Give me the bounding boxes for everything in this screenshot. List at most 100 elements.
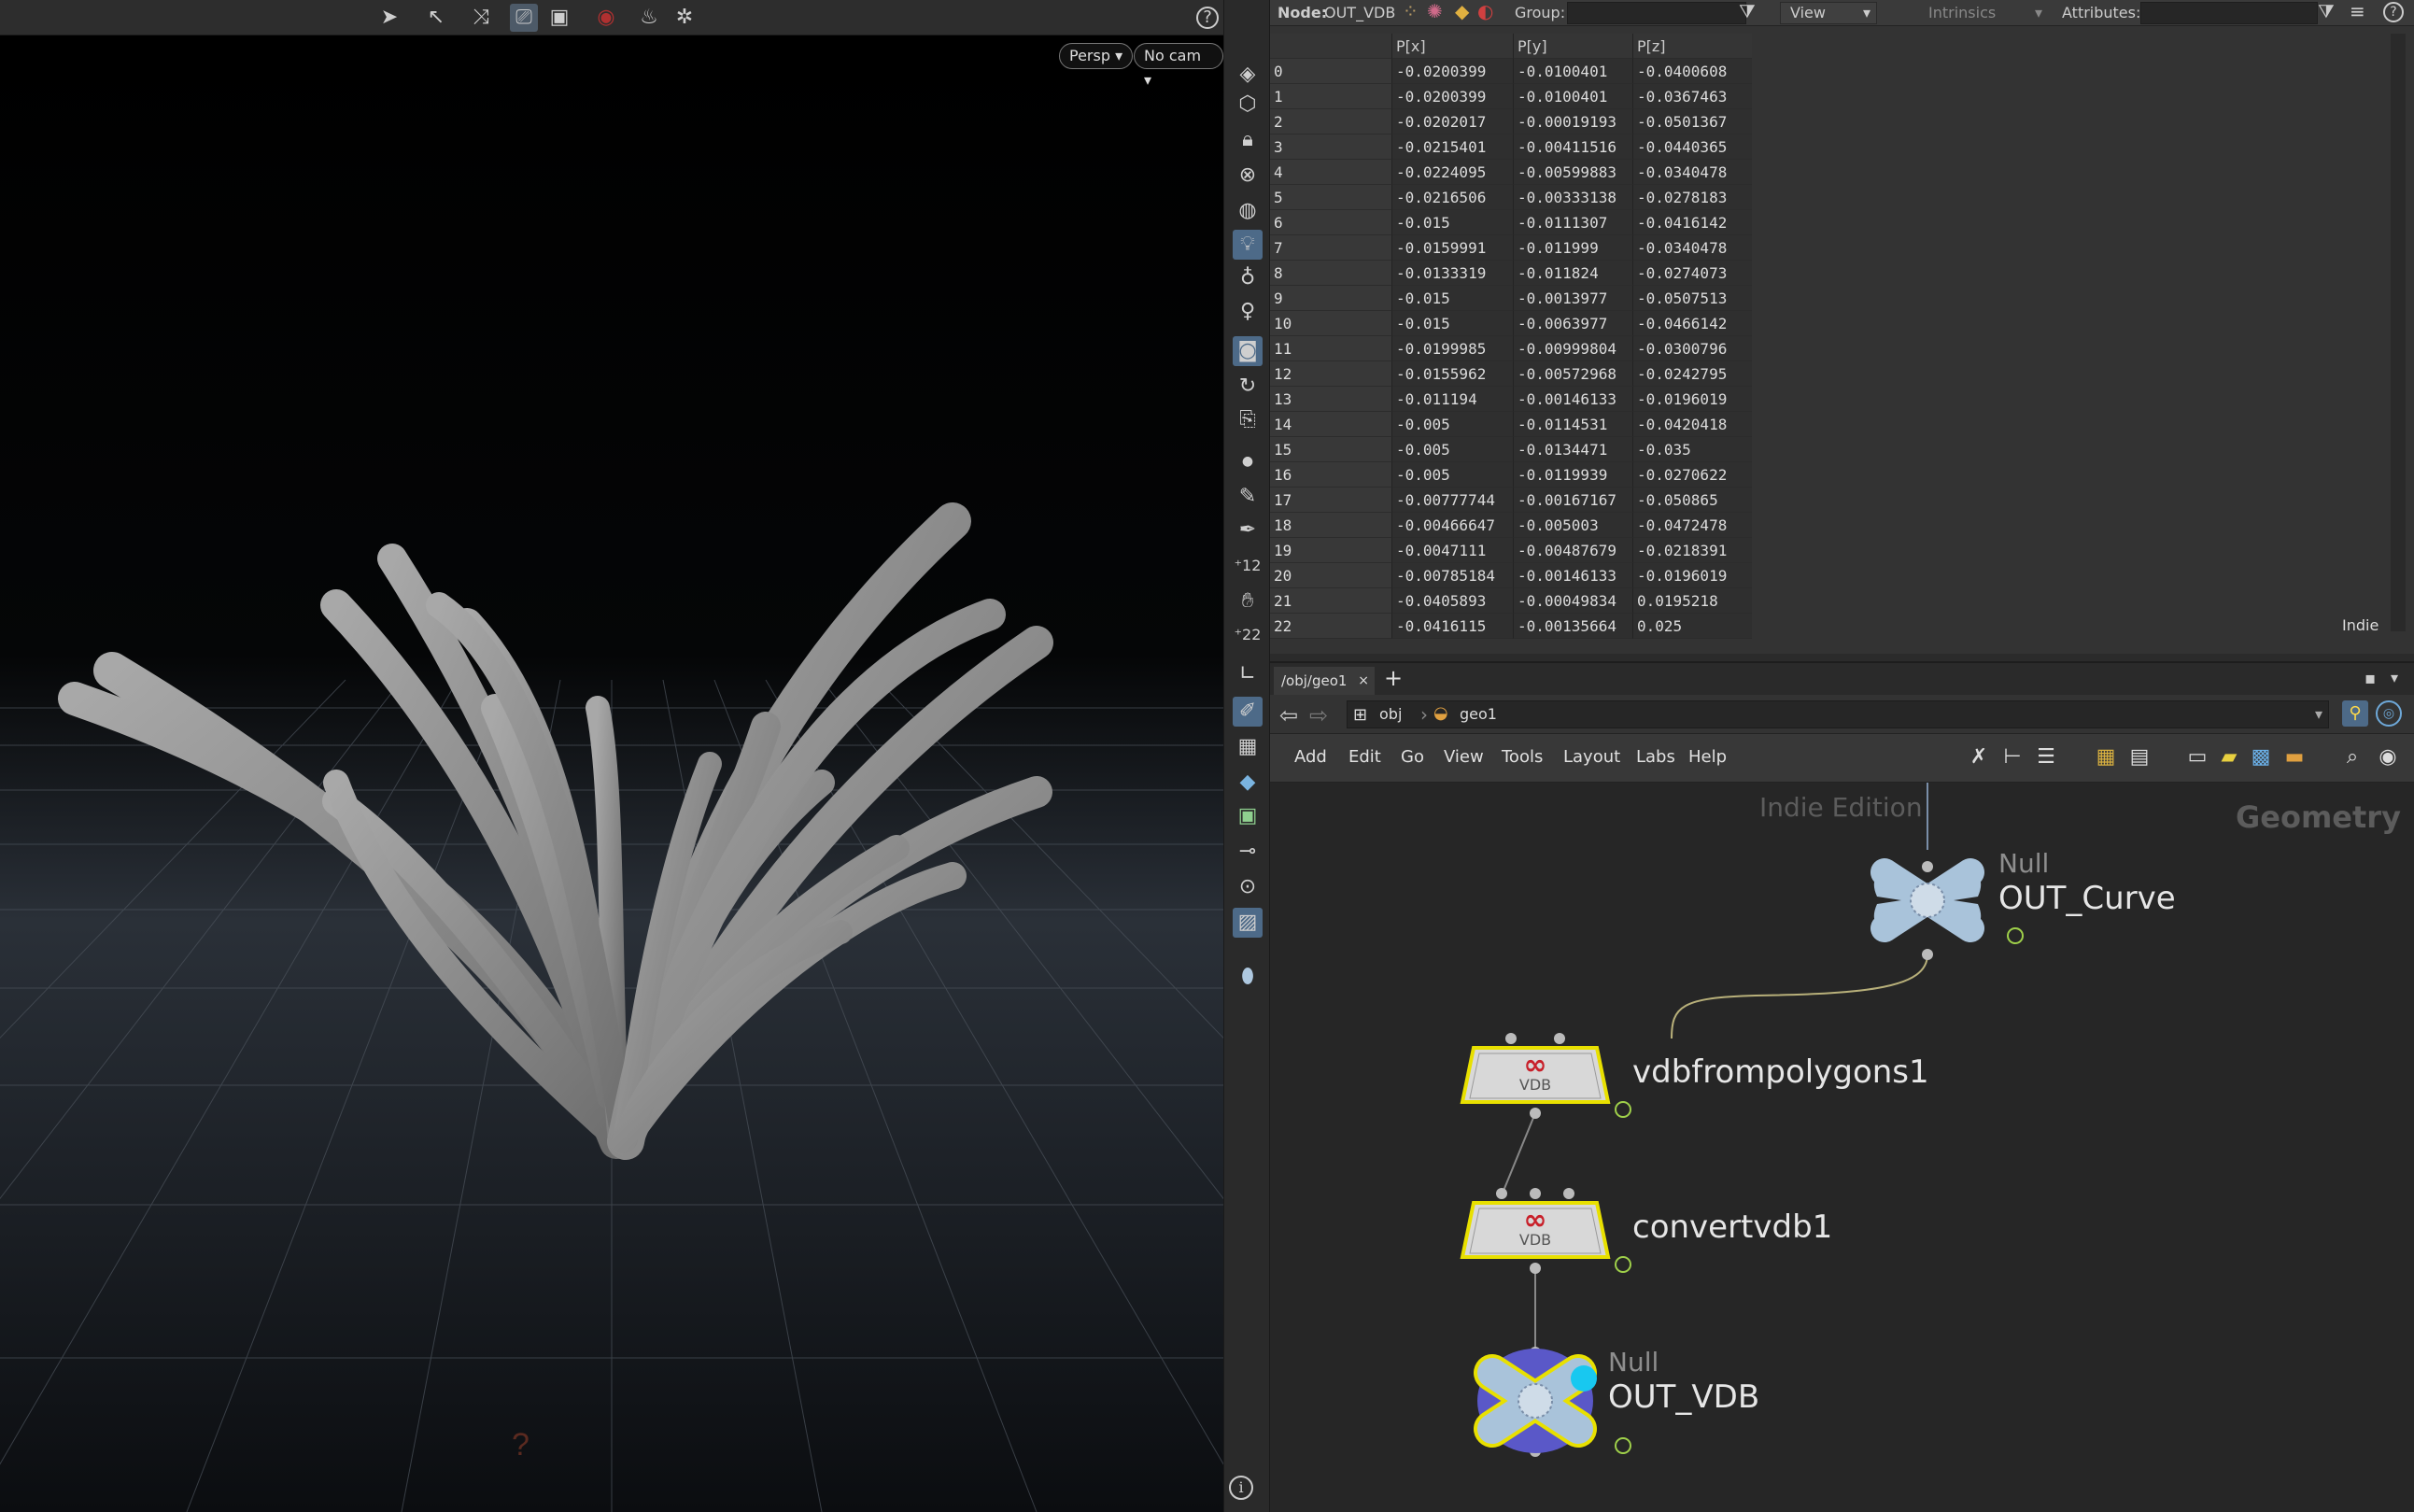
table-cell[interactable]: 0 [1270,59,1391,84]
pane-menu-icon[interactable]: ▾ [2391,669,2398,686]
table-cell[interactable]: 0.0195218 [1632,588,1752,614]
table-cell[interactable]: -0.011824 [1513,261,1632,286]
table-cell[interactable]: -0.0111307 [1513,210,1632,235]
table-cell[interactable]: -0.0440365 [1632,134,1752,160]
table-cell[interactable]: -0.0133319 [1391,261,1513,286]
record-icon[interactable]: ◉ [592,4,620,32]
table-cell[interactable]: 10 [1270,311,1391,336]
attributes-field[interactable] [2140,2,2318,24]
table-cell[interactable]: -0.0196019 [1632,563,1752,588]
table-cell[interactable]: -0.0242795 [1632,361,1752,387]
table-cell[interactable]: -0.00572968 [1513,361,1632,387]
column-header[interactable] [1270,34,1391,59]
viewport-help-button[interactable]: ? [1193,4,1221,32]
node-label-out-curve[interactable]: OUT_Curve [1998,880,2176,917]
camera-path-icon[interactable]: ⎘ [1233,405,1263,435]
checker-icon[interactable]: ▦ [1233,732,1263,762]
table-cell[interactable]: -0.00466647 [1391,513,1513,538]
network-box-icon[interactable]: ▭ [2183,743,2211,771]
forward-arrow-icon[interactable]: ⇨ [1309,702,1328,728]
table-cell[interactable]: -0.0340478 [1632,235,1752,261]
table-cell[interactable]: -0.0216506 [1391,185,1513,210]
table-cell[interactable]: -0.050865 [1632,488,1752,513]
network-canvas[interactable]: Indie Edition Geometry ∞ VDB ∞ VDB Null … [1270,783,2414,1512]
path-dropdown-icon[interactable]: ▾ [2315,705,2322,723]
wrench-icon[interactable]: ✗ [1965,743,1993,771]
table-cell[interactable]: -0.00146133 [1513,563,1632,588]
view-dropdown[interactable]: View ▾ [1780,2,1877,24]
table-cell[interactable]: -0.00333138 [1513,185,1632,210]
table-cell[interactable]: -0.0224095 [1391,160,1513,185]
settings-icon[interactable]: ✲ [671,4,699,32]
detail-icon[interactable]: ◐ [1477,0,1493,22]
table-cell[interactable]: -0.015 [1391,286,1513,311]
shade-icon[interactable]: ◙ [1233,336,1263,366]
menu-go[interactable]: Go [1401,747,1424,767]
table-cell[interactable]: -0.015 [1391,311,1513,336]
table-cell[interactable]: 12 [1270,361,1391,387]
points-icon[interactable]: ⁘ [1403,0,1419,22]
table-cell[interactable]: -0.0200399 [1391,59,1513,84]
table-cell[interactable]: 19 [1270,538,1391,563]
image-bg-icon[interactable]: ▩ [2247,743,2275,771]
table-cell[interactable]: 20 [1270,563,1391,588]
table-cell[interactable]: -0.0501367 [1632,109,1752,134]
table-cell[interactable]: -0.011999 [1513,235,1632,261]
table-cell[interactable]: -0.005 [1391,412,1513,437]
counter-22-icon[interactable]: ⁺22 [1233,620,1263,650]
back-arrow-icon[interactable]: ⇦ [1279,702,1298,728]
table-cell[interactable]: -0.00999804 [1513,336,1632,361]
counter-12-icon[interactable]: ⁺12 [1233,551,1263,581]
table-cell[interactable]: -0.0199985 [1391,336,1513,361]
eye-icon[interactable]: ◉ [2374,743,2402,771]
table-cell[interactable]: 18 [1270,513,1391,538]
table-cell[interactable]: -0.0196019 [1632,387,1752,412]
table-cell[interactable]: -0.00785184 [1391,563,1513,588]
dot-icon[interactable]: ● [1233,446,1263,476]
column-header[interactable]: P[y] [1513,34,1632,59]
table-cell[interactable]: 14 [1270,412,1391,437]
table-cell[interactable]: 17 [1270,488,1391,513]
table-cell[interactable]: 0.025 [1632,614,1752,639]
table-cell[interactable]: -0.0274073 [1632,261,1752,286]
tab-obj-geo1[interactable]: /obj/geo1 × [1274,667,1375,695]
breadcrumb-geo1[interactable]: geo1 [1460,705,1497,723]
table-cell[interactable]: -0.00049834 [1513,588,1632,614]
table-cell[interactable]: -0.0100401 [1513,84,1632,109]
table-cell[interactable]: -0.0405893 [1391,588,1513,614]
table-cell[interactable]: 16 [1270,462,1391,488]
grid-icon[interactable]: ▦ [2092,743,2120,771]
table-cell[interactable]: -0.0100401 [1513,59,1632,84]
scene-viewport[interactable]: ➤ ↖ ⤨ ⎚ ▣ ◉ ♨ ✲ ? ? Persp ▾ No cam ▾ [0,0,1223,1512]
table-cell[interactable]: -0.005 [1391,462,1513,488]
light-bulb-icon[interactable]: ♁ [1233,263,1263,293]
vertices-icon[interactable]: ✺ [1427,0,1443,22]
lock-icon[interactable]: 🔒︎ [1233,125,1263,155]
pointer-icon[interactable]: ♀ [1233,297,1263,327]
table-cell[interactable]: -0.0340478 [1632,160,1752,185]
table-cell[interactable]: -0.0063977 [1513,311,1632,336]
table-cell[interactable]: -0.005 [1391,437,1513,462]
menu-tools[interactable]: Tools [1502,747,1543,767]
table-cell[interactable]: 3 [1270,134,1391,160]
table-cell[interactable]: 4 [1270,160,1391,185]
menu-help[interactable]: Help [1688,747,1727,767]
table-cell[interactable]: -0.0155962 [1391,361,1513,387]
paint-icon[interactable]: ✐ [1233,697,1263,727]
brush-icon[interactable]: ✎ [1233,482,1263,512]
select-icon[interactable]: ➤ [375,4,403,32]
sticky-note-icon[interactable]: ▰ [2215,743,2243,771]
table-cell[interactable]: -0.0119939 [1513,462,1632,488]
viewport-info-button[interactable]: i [1229,1476,1253,1500]
table-cell[interactable]: -0.00019193 [1513,109,1632,134]
intrinsics-dropdown[interactable]: Intrinsics ▾ [1918,2,2049,24]
table-cell[interactable]: -0.0159991 [1391,235,1513,261]
table-cell[interactable]: -0.00487679 [1513,538,1632,563]
camera-mode-dropdown[interactable]: Persp ▾ [1059,43,1134,69]
table-cell[interactable]: -0.0200399 [1391,84,1513,109]
snapshot-icon[interactable]: ▣ [545,4,573,32]
pin-icon[interactable]: ⊗ [1233,161,1263,191]
pose-icon[interactable]: ⤨ [467,4,495,32]
attr-filter-icon[interactable]: ⧩ [2318,0,2335,22]
circle-icon[interactable]: ⊙ [1233,872,1263,902]
